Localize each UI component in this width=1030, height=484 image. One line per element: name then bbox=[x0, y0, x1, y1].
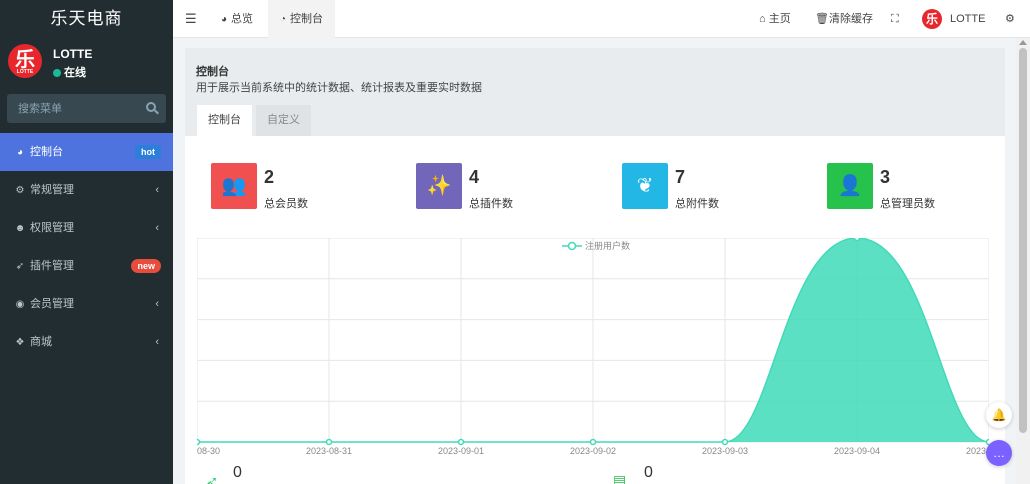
sidebar-item-members[interactable]: ◉ 会员管理 ‹ bbox=[0, 285, 173, 323]
sidebar-item-label: 商城 bbox=[30, 336, 52, 348]
cogs-icon: ⚙ bbox=[15, 185, 25, 196]
clear-cache-link[interactable]: 🗑清除缓存 bbox=[815, 0, 873, 38]
page-description: 用于展示当前系统中的统计数据、统计报表及重要实时数据 bbox=[196, 82, 482, 94]
user-status: 在线 bbox=[53, 64, 86, 80]
top-header: ☰ ◕ 总览 ◔ 控制台 ⌂ 主页 🗑清除缓存 ⛶ 乐 LOTTE ⚙ bbox=[173, 0, 1030, 38]
stat-label: 总管理员数 bbox=[880, 198, 935, 210]
stat-label: 总插件数 bbox=[469, 198, 513, 210]
x-tick-label: 2023-09-04 bbox=[834, 446, 880, 456]
dashboard-icon: ◔ bbox=[280, 14, 287, 25]
x-tick-label: 2023-08-31 bbox=[306, 446, 352, 456]
trash-icon: 🗑 bbox=[815, 13, 829, 25]
user-panel: 乐 LOTTE LOTTE 在线 bbox=[0, 38, 173, 88]
bottom-stat-value: 0 bbox=[233, 464, 242, 481]
x-tick-label: 2023-09-02 bbox=[570, 446, 616, 456]
stat-plugins: ✨ 4 总插件数 bbox=[416, 163, 606, 213]
chevron-left-icon: ‹ bbox=[155, 184, 159, 196]
stat-label: 总附件数 bbox=[675, 198, 719, 210]
tab-console[interactable]: 控制台 bbox=[197, 105, 252, 136]
chevron-left-icon: ‹ bbox=[155, 298, 159, 310]
header-user-name[interactable]: LOTTE bbox=[950, 0, 985, 38]
x-tick-label: 08-30 bbox=[197, 446, 220, 456]
x-tick-label: 2023-09-03 bbox=[702, 446, 748, 456]
search-input[interactable] bbox=[7, 94, 137, 123]
dashboard-icon: ◕ bbox=[16, 147, 24, 158]
sidebar-item-permissions[interactable]: ☻ 权限管理 ‹ bbox=[0, 209, 173, 247]
scroll-up-icon[interactable] bbox=[1019, 40, 1027, 45]
menu-toggle-icon[interactable]: ☰ bbox=[185, 11, 197, 27]
user-icon: 👤 bbox=[827, 163, 873, 209]
chart-legend[interactable]: 注册用户数 bbox=[562, 240, 630, 251]
avatar-sub-text: LOTTE bbox=[16, 69, 34, 75]
group-icon: ☻ bbox=[14, 223, 26, 234]
data-point[interactable] bbox=[197, 438, 201, 446]
tab-custom[interactable]: 自定义 bbox=[256, 105, 311, 136]
x-tick-label: 2023-09-01 bbox=[438, 446, 484, 456]
panel-heading: 控制台 用于展示当前系统中的统计数据、统计报表及重要实时数据 控制台 自定义 bbox=[185, 48, 1005, 136]
bell-icon[interactable]: 🔔 bbox=[986, 402, 1012, 428]
home-link[interactable]: ⌂ 主页 bbox=[759, 0, 791, 38]
hot-badge: hot bbox=[135, 145, 161, 159]
dropbox-icon: ❖ bbox=[15, 337, 25, 348]
new-badge: new bbox=[131, 259, 161, 273]
header-avatar[interactable]: 乐 bbox=[922, 9, 942, 29]
sidebar-item-label: 控制台 bbox=[30, 146, 63, 158]
stat-value: 2 bbox=[264, 167, 275, 187]
users-icon: 👥 bbox=[211, 163, 257, 209]
sidebar-item-plugins[interactable]: ➶ 插件管理 new bbox=[0, 247, 173, 285]
online-dot-icon bbox=[53, 69, 61, 77]
chevron-left-icon: ‹ bbox=[155, 222, 159, 234]
scrollbar-thumb[interactable] bbox=[1019, 48, 1027, 433]
sidebar-menu: ◕ 控制台 hot ⚙ 常规管理 ‹ ☻ 权限管理 ‹ ➶ 插件管理 new ◉ 会员管理… bbox=[0, 133, 173, 361]
stat-value: 3 bbox=[880, 167, 891, 187]
legend-marker bbox=[567, 241, 577, 251]
sidebar-item-label: 权限管理 bbox=[30, 222, 74, 234]
search-box bbox=[7, 94, 166, 123]
data-point[interactable] bbox=[457, 438, 465, 446]
stat-value: 7 bbox=[675, 167, 686, 187]
magic-icon: ✨ bbox=[416, 163, 462, 209]
home-icon: ⌂ bbox=[759, 13, 766, 25]
rocket-icon: ➶ bbox=[205, 474, 219, 484]
search-icon[interactable] bbox=[146, 102, 156, 112]
chat-icon[interactable]: … bbox=[986, 440, 1012, 466]
sidebar-item-label: 会员管理 bbox=[30, 298, 74, 310]
registration-chart: 08-30 2023-08-31 2023-09-01 2023-09-02 2023-… bbox=[197, 238, 989, 456]
page-title: 控制台 bbox=[196, 66, 229, 78]
bottom-stat-value: 0 bbox=[644, 464, 653, 481]
fullscreen-icon[interactable]: ⛶ bbox=[891, 0, 899, 38]
stat-label: 总会员数 bbox=[264, 198, 308, 210]
data-point[interactable] bbox=[721, 438, 729, 446]
user-circle-icon: ◉ bbox=[15, 299, 25, 310]
leaf-icon: ❦ bbox=[622, 163, 668, 209]
stat-members: 👥 2 总会员数 bbox=[211, 163, 401, 213]
pie-chart-icon: ◕ bbox=[221, 14, 228, 25]
chevron-left-icon: ‹ bbox=[155, 336, 159, 348]
data-point[interactable] bbox=[325, 438, 333, 446]
data-point[interactable] bbox=[589, 438, 597, 446]
stat-admins: 👤 3 总管理员数 bbox=[827, 163, 1017, 213]
sidebar-item-general[interactable]: ⚙ 常规管理 ‹ bbox=[0, 171, 173, 209]
main-content: 控制台 用于展示当前系统中的统计数据、统计报表及重要实时数据 控制台 自定义 👥… bbox=[185, 48, 1005, 484]
user-name: LOTTE bbox=[53, 47, 93, 61]
stat-value: 4 bbox=[469, 167, 480, 187]
rocket-icon: ➶ bbox=[15, 261, 25, 272]
legend-label: 注册用户数 bbox=[585, 240, 630, 251]
avatar: 乐 LOTTE bbox=[8, 44, 42, 78]
brand-logo[interactable]: 乐天电商 bbox=[0, 0, 173, 38]
stat-attachments: ❦ 7 总附件数 bbox=[622, 163, 812, 213]
page-scrollbar[interactable] bbox=[1016, 38, 1030, 484]
sidebar-item-label: 常规管理 bbox=[30, 184, 74, 196]
tab-overview[interactable]: ◕ 总览 bbox=[209, 0, 265, 38]
tab-dashboard[interactable]: ◔ 控制台 bbox=[268, 0, 336, 38]
id-card-icon: ▤ bbox=[613, 472, 627, 484]
sidebar: 乐天电商 乐LOTTE LOTTE 在线 ◕ 控制台 hot ⚙ 常规管理 ‹ ☻ 权… bbox=[0, 0, 173, 484]
settings-icon[interactable]: ⚙ bbox=[1005, 0, 1015, 38]
data-point[interactable] bbox=[853, 238, 861, 242]
sidebar-item-mall[interactable]: ❖ 商城 ‹ bbox=[0, 323, 173, 361]
sidebar-item-label: 插件管理 bbox=[30, 260, 74, 272]
sidebar-item-dashboard[interactable]: ◕ 控制台 hot bbox=[0, 133, 173, 171]
